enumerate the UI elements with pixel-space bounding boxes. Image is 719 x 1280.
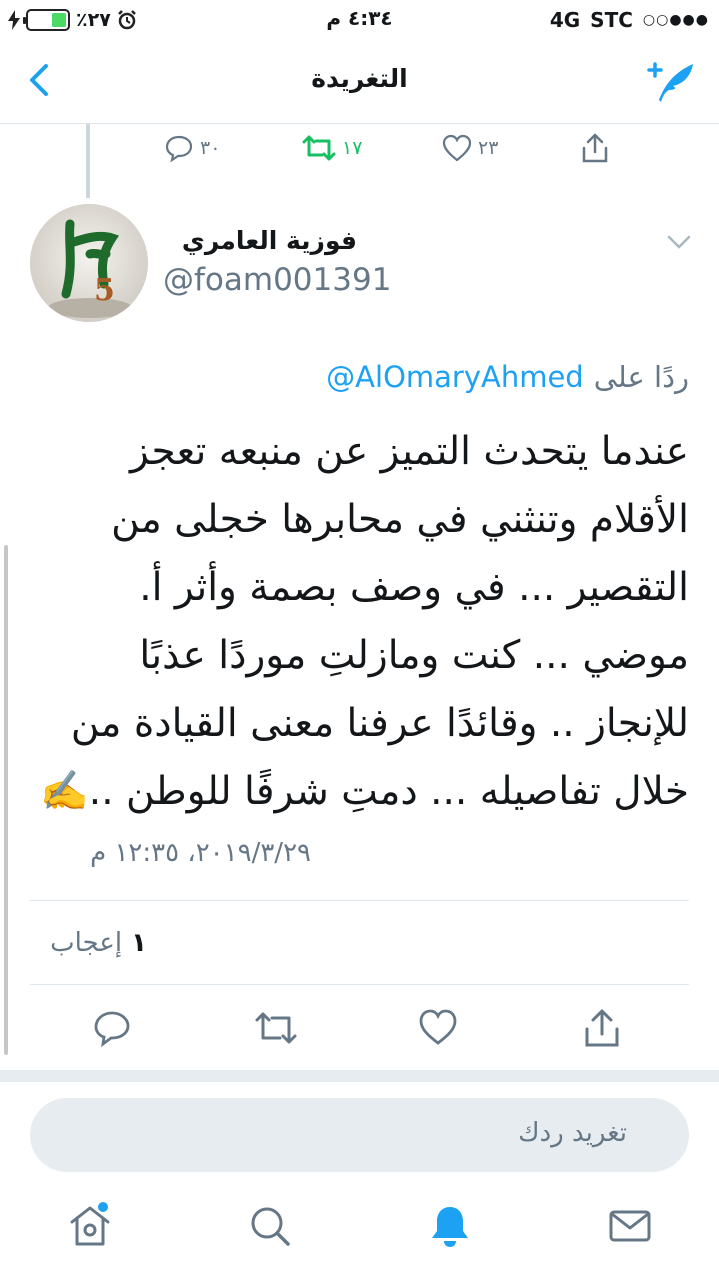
likes-count: ١ bbox=[131, 928, 147, 958]
reply-to-line: ردًا على @AlOmaryAhmed bbox=[326, 360, 689, 394]
heart-icon[interactable] bbox=[418, 1008, 458, 1048]
mail-icon[interactable] bbox=[608, 1204, 652, 1248]
tweet-line: موضي ... كنت ومازلتِ موردًا عذبًا bbox=[139, 633, 689, 678]
prev-reply-count: ٣٠ bbox=[200, 137, 221, 159]
author-handle[interactable]: @foam001391 bbox=[163, 262, 391, 298]
retweet-icon bbox=[302, 135, 336, 161]
svg-text:5: 5 bbox=[94, 273, 115, 308]
likes-label: إعجاب bbox=[50, 928, 123, 958]
prev-like-count: ٢٣ bbox=[478, 137, 499, 159]
heart-icon bbox=[442, 134, 472, 162]
reply-mention-link[interactable]: @AlOmaryAhmed bbox=[326, 360, 584, 394]
share-icon[interactable] bbox=[582, 1008, 622, 1048]
prev-reply-button[interactable]: ٣٠ bbox=[164, 128, 220, 168]
author-name[interactable]: فوزية العامري bbox=[182, 226, 357, 255]
reply-placeholder: تغريد ردك bbox=[518, 1118, 627, 1148]
tweet-line: التقصير ... في وصف بصمة وأثر أ. bbox=[139, 565, 689, 610]
previous-tweet-actions: ٣٠ ١٧ ٢٣ bbox=[160, 128, 630, 168]
reply-icon[interactable] bbox=[92, 1008, 132, 1048]
reply-prefix: ردًا على bbox=[593, 360, 689, 394]
nav-bar: التغريدة bbox=[0, 40, 719, 124]
retweet-icon[interactable] bbox=[254, 1008, 298, 1048]
tweet-line: خلال تفاصيله ... دمتِ شرفًا للوطن ..✍️ bbox=[40, 769, 689, 814]
home-notification-dot bbox=[96, 1200, 110, 1214]
scroll-indicator bbox=[4, 545, 8, 1055]
tweet-line: للإنجاز .. وقائدًا عرفنا معنى القيادة من bbox=[70, 701, 689, 746]
compose-tweet-icon[interactable] bbox=[645, 58, 697, 104]
tweet-line: الأقلام وتنثني في محابرها خجلى من bbox=[111, 497, 689, 542]
reply-icon bbox=[165, 135, 193, 163]
status-bar: ٪٢٧ ٤:٣٤ م 4G STC ○○●●● bbox=[0, 0, 719, 40]
bell-icon[interactable] bbox=[428, 1204, 472, 1248]
prev-retweet-button[interactable]: ١٧ bbox=[302, 128, 362, 168]
tweet-timestamp: ٢٠١٩/٣/٢٩، ١٢:٣٥ م bbox=[90, 838, 311, 868]
search-icon[interactable] bbox=[248, 1204, 292, 1248]
share-icon bbox=[582, 133, 608, 163]
tweet-line: عندما يتحدث التميز عن منبعه تعجز bbox=[129, 429, 689, 474]
divider bbox=[30, 900, 689, 901]
network-type: 4G bbox=[549, 8, 581, 32]
prev-retweet-count: ١٧ bbox=[342, 137, 363, 159]
prev-like-button[interactable]: ٢٣ bbox=[442, 128, 498, 168]
tweet-text: عندما يتحدث التميز عن منبعه تعجز الأقلام… bbox=[39, 418, 689, 826]
likes-summary[interactable]: ١ إعجاب bbox=[50, 928, 147, 958]
reply-input[interactable]: تغريد ردك bbox=[30, 1098, 689, 1172]
divider bbox=[30, 984, 689, 985]
section-separator bbox=[0, 1070, 719, 1082]
signal-icon: ○○●●● bbox=[642, 12, 709, 28]
chevron-down-icon[interactable] bbox=[666, 232, 692, 252]
page-title: التغريدة bbox=[311, 64, 408, 93]
avatar[interactable]: 5 bbox=[30, 204, 148, 322]
thread-connector-line bbox=[86, 124, 90, 198]
prev-share-button[interactable] bbox=[580, 128, 610, 168]
carrier-name: STC bbox=[590, 8, 633, 32]
status-right: 4G STC ○○●●● bbox=[550, 6, 709, 34]
